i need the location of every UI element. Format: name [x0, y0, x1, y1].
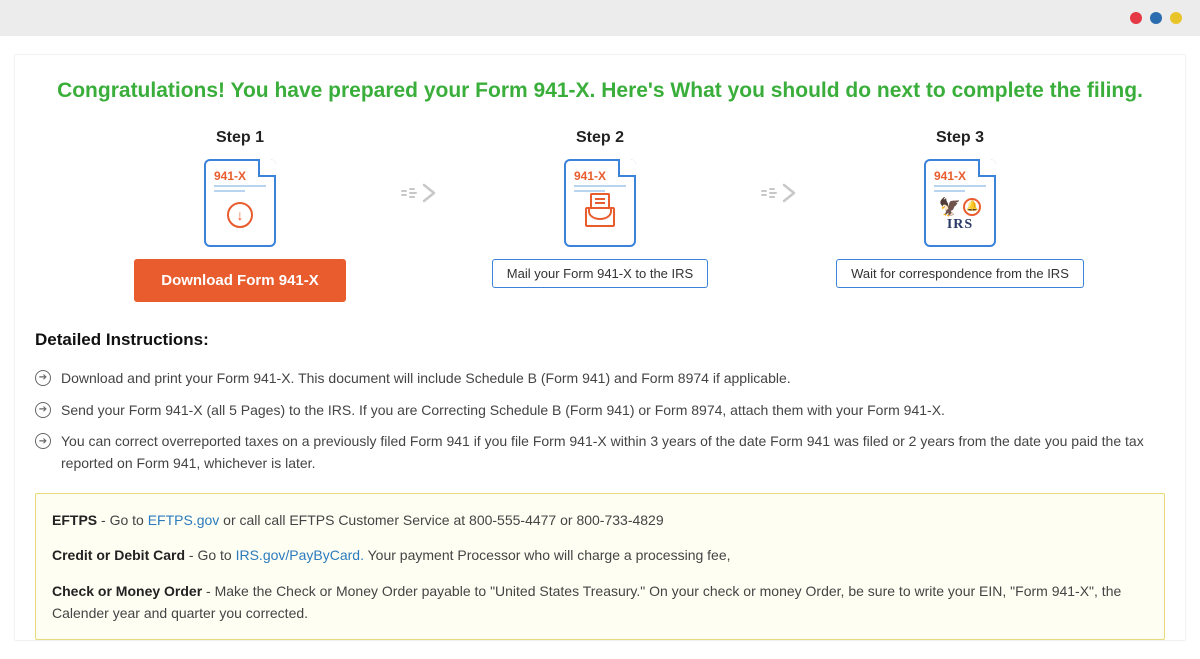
irs-icon: 🦅 🔔 IRS — [939, 198, 981, 233]
download-icon: ↓ — [227, 202, 253, 228]
window-titlebar — [0, 0, 1200, 36]
step-2: Step 2 941-X Mail your Form 941-X to the… — [460, 129, 740, 288]
payment-check: Check or Money Order - Make the Check or… — [52, 581, 1148, 624]
irs-label: IRS — [947, 217, 973, 233]
arrow-right-icon — [398, 181, 442, 205]
document-icon: 941-X ↓ — [204, 159, 276, 247]
wait-irs-label: Wait for correspondence from the IRS — [836, 259, 1084, 288]
irs-paybycard-link[interactable]: IRS.gov/PayByCard. — [236, 547, 364, 563]
step-1-title: Step 1 — [216, 129, 264, 147]
arrow-circle-icon: ➔ — [35, 370, 51, 386]
document-icon: 941-X — [564, 159, 636, 247]
payment-options-box: EFTPS - Go to EFTPS.gov or call call EFT… — [35, 493, 1165, 640]
instruction-text: You can correct overreported taxes on a … — [61, 431, 1165, 474]
window-dot-red[interactable] — [1130, 12, 1142, 24]
instruction-item: ➔ You can correct overreported taxes on … — [35, 431, 1165, 474]
arrow-right-icon — [758, 181, 802, 205]
instruction-item: ➔ Download and print your Form 941-X. Th… — [35, 368, 1165, 390]
download-form-button[interactable]: Download Form 941-X — [134, 259, 346, 302]
payment-eftps: EFTPS - Go to EFTPS.gov or call call EFT… — [52, 510, 1148, 532]
step-1: Step 1 941-X ↓ Download Form 941-X — [100, 129, 380, 302]
arrow-circle-icon: ➔ — [35, 402, 51, 418]
eagle-icon: 🦅 — [939, 198, 961, 216]
document-icon: 941-X 🦅 🔔 IRS — [924, 159, 996, 247]
mail-icon — [585, 203, 615, 227]
instruction-text: Download and print your Form 941-X. This… — [61, 368, 791, 390]
detailed-instructions-heading: Detailed Instructions: — [35, 330, 1165, 350]
arrow-separator — [390, 181, 450, 205]
main-card: Congratulations! You have prepared your … — [14, 54, 1186, 641]
payment-label: EFTPS — [52, 512, 97, 528]
instruction-text: Send your Form 941-X (all 5 Pages) to th… — [61, 400, 945, 422]
arrow-circle-icon: ➔ — [35, 433, 51, 449]
step-2-title: Step 2 — [576, 129, 624, 147]
congrats-heading: Congratulations! You have prepared your … — [35, 79, 1165, 103]
mail-form-label: Mail your Form 941-X to the IRS — [492, 259, 708, 288]
instructions-list: ➔ Download and print your Form 941-X. Th… — [35, 368, 1165, 475]
bell-icon: 🔔 — [963, 198, 981, 216]
arrow-separator — [750, 181, 810, 205]
step-3: Step 3 941-X 🦅 🔔 IRS — [820, 129, 1100, 288]
step-3-title: Step 3 — [936, 129, 984, 147]
window-dot-blue[interactable] — [1150, 12, 1162, 24]
eftps-link[interactable]: EFTPS.gov — [148, 512, 220, 528]
instruction-item: ➔ Send your Form 941-X (all 5 Pages) to … — [35, 400, 1165, 422]
steps-row: Step 1 941-X ↓ Download Form 941-X — [35, 129, 1165, 302]
window-dot-yellow[interactable] — [1170, 12, 1182, 24]
payment-label: Check or Money Order — [52, 583, 202, 599]
payment-card: Credit or Debit Card - Go to IRS.gov/Pay… — [52, 545, 1148, 567]
payment-label: Credit or Debit Card — [52, 547, 185, 563]
